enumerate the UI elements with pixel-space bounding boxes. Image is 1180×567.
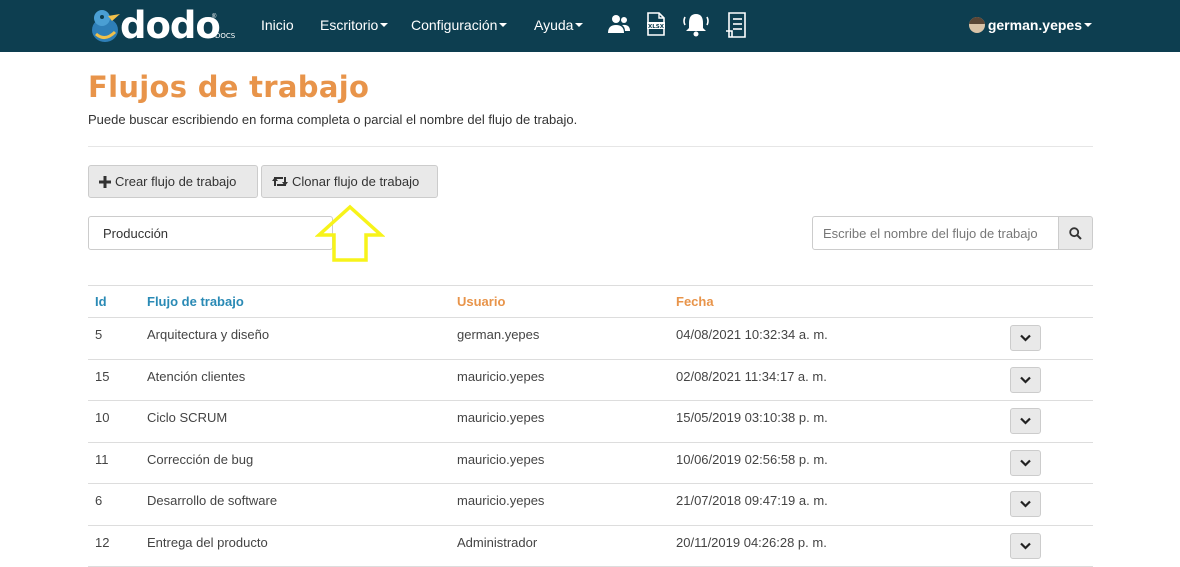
logo-registered-mark: ®	[212, 14, 217, 20]
table-row: 12 Entrega del producto Administrador 20…	[88, 526, 1093, 567]
column-header-workflow[interactable]: Flujo de trabajo	[147, 294, 244, 309]
row-workflow-name: Arquitectura y diseño	[147, 327, 270, 342]
row-date: 04/08/2021 10:32:34 a. m.	[676, 327, 828, 342]
row-date: 21/07/2018 09:47:19 a. m.	[676, 493, 828, 508]
row-user: mauricio.yepes	[457, 451, 545, 467]
row-workflow-name: Entrega del producto	[147, 534, 268, 550]
table-row: 15 Atención clientes mauricio.yepes 02/0…	[88, 360, 1093, 401]
create-workflow-button[interactable]: Crear flujo de trabajo	[88, 165, 258, 198]
nav-escritorio[interactable]: Escritorio	[320, 17, 389, 33]
workflows-table: Id Flujo de trabajo Usuario Fecha 5 Arqu…	[88, 285, 1093, 567]
category-filter-select[interactable]: Producción	[88, 216, 333, 250]
caret-down-icon	[499, 23, 508, 28]
chevron-down-icon	[1020, 542, 1031, 550]
nav-ayuda[interactable]: Ayuda	[534, 17, 584, 33]
chevron-down-icon	[1020, 376, 1031, 384]
row-date: 20/11/2019 04:26:28 p. m.	[676, 534, 827, 550]
row-workflow-name: Corrección de bug	[147, 451, 254, 467]
plus-icon	[99, 175, 111, 188]
table-row: 5 Arquitectura y diseño german.yepes 04/…	[88, 318, 1093, 360]
caret-down-icon	[380, 23, 389, 28]
create-workflow-label: Crear flujo de trabajo	[115, 174, 237, 189]
nav-inicio-label: Inicio	[261, 17, 294, 33]
table-row: 6 Desarrollo de software mauricio.yepes …	[88, 484, 1093, 526]
column-header-date: Fecha	[676, 294, 714, 309]
row-date: 10/06/2019 02:56:58 p. m.	[676, 451, 828, 467]
row-id: 15	[95, 368, 110, 384]
table-row: 10 Ciclo SCRUM mauricio.yepes 15/05/2019…	[88, 401, 1093, 443]
clone-workflow-label: Clonar flujo de trabajo	[292, 174, 420, 189]
nav-configuracion-label: Configuración	[411, 17, 498, 33]
retweet-icon	[272, 177, 288, 186]
bell-icon[interactable]	[682, 12, 710, 38]
dodo-logo[interactable]: dodo ® DOCS	[88, 4, 238, 47]
user-name: german.yepes	[987, 17, 1082, 33]
up-arrow-annotation-icon	[315, 204, 385, 262]
column-header-id[interactable]: Id	[95, 294, 107, 309]
document-list-icon[interactable]	[725, 12, 749, 38]
workflow-search-input[interactable]	[812, 216, 1059, 250]
users-icon[interactable]	[607, 12, 631, 36]
table-header: Id Flujo de trabajo Usuario Fecha	[88, 285, 1093, 318]
row-user: Administrador	[457, 534, 538, 550]
nav-inicio[interactable]: Inicio	[261, 17, 294, 33]
row-date: 02/08/2021 11:34:17 a. m.	[676, 368, 827, 384]
row-id: 12	[95, 534, 110, 550]
row-id: 10	[95, 410, 110, 425]
nav-configuracion[interactable]: Configuración	[411, 17, 508, 33]
search-button[interactable]	[1058, 216, 1093, 250]
row-id: 6	[95, 493, 103, 508]
row-workflow-name: Atención clientes	[147, 368, 246, 384]
chevron-down-icon	[1020, 417, 1031, 425]
top-navbar: dodo ® DOCS Inicio Escritorio Configurac…	[0, 0, 1180, 52]
table-row: 11 Corrección de bug mauricio.yepes 10/0…	[88, 443, 1093, 484]
nav-ayuda-label: Ayuda	[534, 17, 574, 33]
row-expand-button[interactable]	[1010, 366, 1041, 393]
row-user: german.yepes	[457, 327, 540, 342]
page-title: Flujos de trabajo	[88, 70, 370, 104]
row-workflow-name: Desarrollo de software	[147, 493, 278, 508]
caret-down-icon	[1084, 23, 1092, 28]
avatar	[968, 16, 985, 33]
chevron-down-icon	[1020, 500, 1031, 508]
chevron-down-icon	[1020, 459, 1031, 467]
xlsx-file-icon[interactable]: XLSX	[646, 12, 666, 36]
page-subtitle: Puede buscar escribiendo en forma comple…	[88, 112, 578, 127]
row-user: mauricio.yepes	[457, 410, 545, 425]
row-date: 15/05/2019 03:10:38 p. m.	[676, 410, 828, 425]
row-workflow-name: Ciclo SCRUM	[147, 410, 228, 425]
row-expand-button[interactable]	[1010, 325, 1041, 351]
row-user: mauricio.yepes	[457, 368, 545, 384]
dodo-bird-icon	[92, 10, 120, 42]
chevron-down-icon	[1020, 334, 1031, 342]
caret-down-icon	[575, 23, 584, 28]
search-icon	[1069, 226, 1082, 240]
row-id: 11	[95, 451, 109, 467]
svg-text:XLSX: XLSX	[648, 24, 665, 30]
category-filter-value: Producción	[103, 225, 169, 241]
user-menu[interactable]: german.yepes	[968, 16, 1092, 33]
row-expand-button[interactable]	[1010, 408, 1041, 434]
row-id: 5	[95, 327, 103, 342]
logo-text: dodo	[120, 4, 221, 47]
row-expand-button[interactable]	[1010, 491, 1041, 517]
column-header-user: Usuario	[457, 294, 506, 309]
logo-subtext: DOCS	[215, 32, 236, 40]
row-user: mauricio.yepes	[457, 493, 545, 508]
nav-escritorio-label: Escritorio	[320, 17, 379, 33]
row-expand-button[interactable]	[1010, 449, 1041, 476]
row-expand-button[interactable]	[1010, 532, 1041, 559]
clone-workflow-button[interactable]: Clonar flujo de trabajo	[261, 165, 438, 198]
header-divider	[88, 146, 1093, 147]
